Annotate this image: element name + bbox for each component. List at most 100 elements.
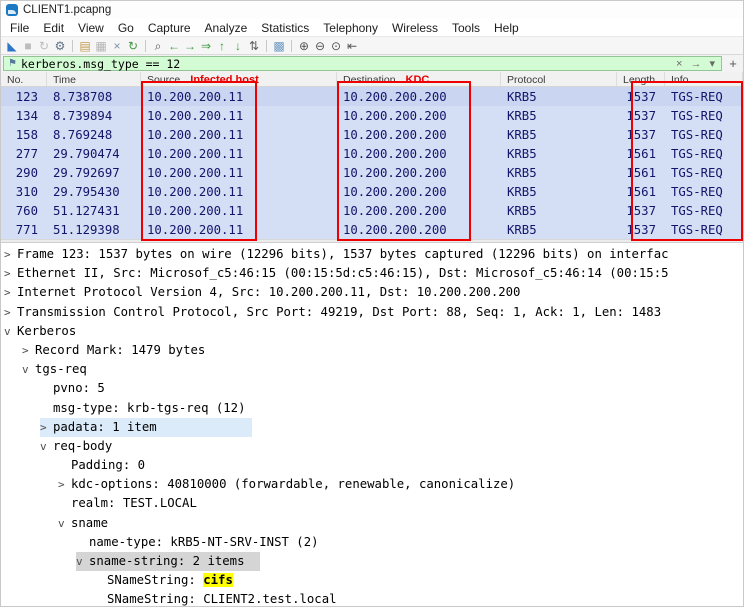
menu-tools[interactable]: Tools <box>445 20 487 36</box>
detail-line[interactable]: vtgs-req <box>1 360 743 379</box>
detail-line[interactable]: SNameString: CLIENT2.test.local <box>1 590 743 606</box>
menu-go[interactable]: Go <box>111 20 141 36</box>
open-file-icon[interactable]: ▤ <box>77 37 93 54</box>
column-header-protocol[interactable]: Protocol <box>501 72 617 86</box>
last-packet-icon[interactable]: ↓ <box>230 37 246 54</box>
detail-text: Padding: 0 <box>71 458 145 472</box>
zoom-reset-icon[interactable]: ⊙ <box>328 37 344 54</box>
expand-toggle-icon[interactable]: > <box>40 418 53 437</box>
column-header-destination[interactable]: Destination KDC <box>337 72 501 86</box>
filter-apply-icon[interactable]: → <box>688 58 703 70</box>
auto-scroll-icon[interactable]: ⇅ <box>246 37 262 54</box>
packet-row[interactable]: 1348.73989410.200.200.1110.200.200.200KR… <box>1 106 743 125</box>
detail-line[interactable]: name-type: kRB5-NT-SRV-INST (2) <box>1 533 743 552</box>
detail-line[interactable]: >Ethernet II, Src: Microsof_c5:46:15 (00… <box>1 264 743 283</box>
detail-line[interactable]: >Record Mark: 1479 bytes <box>1 341 743 360</box>
menu-edit[interactable]: Edit <box>36 20 71 36</box>
expand-toggle-icon[interactable]: > <box>4 283 17 302</box>
menu-statistics[interactable]: Statistics <box>254 20 316 36</box>
capture-options-icon[interactable]: ⚙ <box>52 37 68 54</box>
detail-line[interactable]: msg-type: krb-tgs-req (12) <box>1 399 743 418</box>
detail-text: Transmission Control Protocol, Src Port:… <box>17 305 661 319</box>
packet-row[interactable]: 1588.76924810.200.200.1110.200.200.200KR… <box>1 125 743 144</box>
packet-protocol: KRB5 <box>501 109 617 123</box>
packet-rows: 1238.73870810.200.200.1110.200.200.200KR… <box>1 87 743 239</box>
packet-row[interactable]: 76051.12743110.200.200.1110.200.200.200K… <box>1 201 743 220</box>
menu-file[interactable]: File <box>3 20 36 36</box>
detail-line[interactable]: pvno: 5 <box>1 379 743 398</box>
reload-file-icon[interactable]: ↻ <box>125 37 141 54</box>
indent-spacer <box>94 571 107 590</box>
detail-line[interactable]: realm: TEST.LOCAL <box>1 494 743 513</box>
collapse-toggle-icon[interactable]: v <box>40 437 53 456</box>
collapse-toggle-icon[interactable]: v <box>76 552 89 571</box>
start-capture-icon[interactable]: ◣ <box>4 37 20 54</box>
menu-telephony[interactable]: Telephony <box>316 20 385 36</box>
filter-expression-text[interactable]: kerberos.msg_type == 12 <box>21 57 670 71</box>
detail-line[interactable]: >Frame 123: 1537 bytes on wire (12296 bi… <box>1 245 743 264</box>
packet-source: 10.200.200.11 <box>141 147 337 161</box>
close-file-icon[interactable]: × <box>109 37 125 54</box>
resize-columns-icon[interactable]: ⇤ <box>344 37 360 54</box>
detail-line[interactable]: vsname-string: 2 items <box>1 552 743 571</box>
go-back-icon[interactable]: ← <box>166 37 182 54</box>
packet-row[interactable]: 1238.73870810.200.200.1110.200.200.200KR… <box>1 87 743 106</box>
packet-length: 1537 <box>617 128 665 142</box>
menu-view[interactable]: View <box>71 20 111 36</box>
collapse-toggle-icon[interactable]: v <box>22 360 35 379</box>
detail-line[interactable]: vreq-body <box>1 437 743 456</box>
zoom-in-icon[interactable]: ⊕ <box>296 37 312 54</box>
menu-capture[interactable]: Capture <box>141 20 198 36</box>
packet-row[interactable]: 27729.79047410.200.200.1110.200.200.200K… <box>1 144 743 163</box>
detail-line[interactable]: >Transmission Control Protocol, Src Port… <box>1 303 743 322</box>
detail-line[interactable]: >kdc-options: 40810000 (forwardable, ren… <box>1 475 743 494</box>
menu-help[interactable]: Help <box>487 20 526 36</box>
detail-line[interactable]: vKerberos <box>1 322 743 341</box>
packet-row[interactable]: 77151.12939810.200.200.1110.200.200.200K… <box>1 220 743 239</box>
column-header-time[interactable]: Time <box>47 72 141 86</box>
expand-toggle-icon[interactable]: > <box>4 264 17 283</box>
expand-toggle-icon[interactable]: > <box>4 245 17 264</box>
detail-line[interactable]: >Internet Protocol Version 4, Src: 10.20… <box>1 283 743 302</box>
filter-clear-icon[interactable]: × <box>674 58 684 70</box>
packet-info: TGS-REQ <box>665 147 743 161</box>
column-header-info[interactable]: Info <box>665 72 743 86</box>
packet-time: 51.129398 <box>47 223 141 237</box>
display-filter-input[interactable]: ⚑ kerberos.msg_type == 12 × → ▾ <box>3 56 722 71</box>
packet-row[interactable]: 31029.79543010.200.200.1110.200.200.200K… <box>1 182 743 201</box>
find-packet-icon[interactable]: ⌕ <box>150 37 166 54</box>
collapse-toggle-icon[interactable]: v <box>4 322 17 341</box>
detail-line[interactable]: SNameString: cifs <box>1 571 743 590</box>
save-file-icon[interactable]: ▦ <box>93 37 109 54</box>
packet-protocol: KRB5 <box>501 147 617 161</box>
detail-line[interactable]: Padding: 0 <box>1 456 743 475</box>
zoom-out-icon[interactable]: ⊖ <box>312 37 328 54</box>
detail-text: tgs-req <box>35 362 87 376</box>
restart-capture-icon[interactable]: ↻ <box>36 37 52 54</box>
detail-line[interactable]: vsname <box>1 514 743 533</box>
detail-text: Internet Protocol Version 4, Src: 10.200… <box>17 285 520 299</box>
stop-capture-icon[interactable]: ■ <box>20 37 36 54</box>
collapse-toggle-icon[interactable]: v <box>58 514 71 533</box>
detail-text: pvno: 5 <box>53 381 105 395</box>
menu-wireless[interactable]: Wireless <box>385 20 445 36</box>
expand-toggle-icon[interactable]: > <box>58 475 71 494</box>
go-to-packet-icon[interactable]: ⇒ <box>198 37 214 54</box>
expand-toggle-icon[interactable]: > <box>22 341 35 360</box>
first-packet-icon[interactable]: ↑ <box>214 37 230 54</box>
colorize-icon[interactable]: ▩ <box>271 37 287 54</box>
expand-toggle-icon[interactable]: > <box>4 303 17 322</box>
detail-line-content: >kdc-options: 40810000 (forwardable, ren… <box>58 475 515 494</box>
menu-analyze[interactable]: Analyze <box>198 20 255 36</box>
packet-protocol: KRB5 <box>501 223 617 237</box>
filter-dropdown-icon[interactable]: ▾ <box>707 57 717 70</box>
packet-info: TGS-REQ <box>665 185 743 199</box>
filter-bookmark-icon[interactable]: ⚑ <box>8 58 17 69</box>
detail-line[interactable]: >padata: 1 item <box>1 418 743 437</box>
filter-add-button[interactable]: + <box>725 56 741 71</box>
packet-row[interactable]: 29029.79269710.200.200.1110.200.200.200K… <box>1 163 743 182</box>
go-forward-icon[interactable]: → <box>182 37 198 54</box>
column-header-length[interactable]: Length <box>617 72 665 86</box>
column-header-no[interactable]: No. <box>1 72 47 86</box>
column-header-source[interactable]: Source Infected host <box>141 72 337 86</box>
